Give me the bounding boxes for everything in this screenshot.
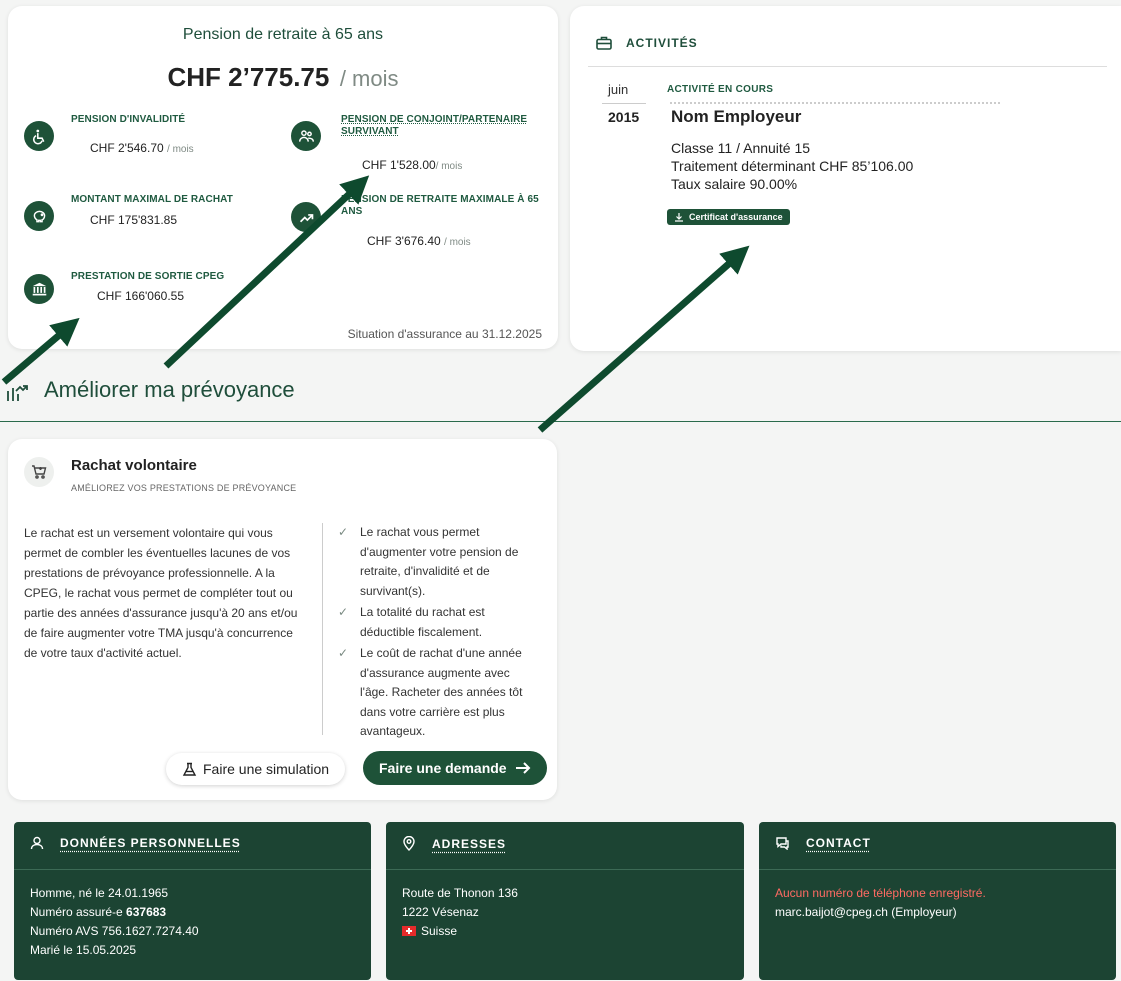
section-title: Améliorer ma prévoyance bbox=[44, 377, 295, 402]
survivor-label[interactable]: PENSION DE CONJOINT/PARTENAIRE SURVIVANT bbox=[341, 114, 541, 138]
pension-amount-unit: / mois bbox=[339, 66, 399, 91]
personal-data-card: DONNÉES PERSONNELLES Homme, né le 24.01.… bbox=[14, 822, 371, 980]
activity-year: 2015 bbox=[608, 109, 640, 125]
personal-data-title: DONNÉES PERSONNELLES bbox=[60, 836, 241, 850]
list-item: ✓ La totalité du rachat est déductible fi… bbox=[338, 605, 485, 639]
invalidity-label: PENSION D'INVALIDITÉ bbox=[71, 114, 186, 125]
swiss-flag-icon bbox=[402, 926, 416, 936]
check-icon: ✓ bbox=[338, 605, 349, 619]
activity-details: Classe 11 / Annuité 15 Traitement déterm… bbox=[671, 139, 913, 193]
rachat-benefits: ✓ Le rachat vous permet d'augmenter votre… bbox=[338, 523, 538, 744]
wheelchair-icon bbox=[24, 121, 54, 151]
briefcase-icon bbox=[596, 36, 612, 50]
flask-icon bbox=[182, 762, 197, 776]
certificate-button-label: Certificat d'assurance bbox=[689, 212, 783, 222]
arrow-right-icon bbox=[515, 762, 531, 774]
max-retirement-label: PENSION DE RETRAITE MAXIMALE À 65 ANS bbox=[341, 194, 539, 217]
rachat-separator bbox=[322, 523, 323, 735]
list-item: ✓ Le rachat vous permet d'augmenter votre… bbox=[338, 525, 519, 598]
address-country: Suisse bbox=[402, 922, 518, 941]
address-street: Route de Thonon 136 bbox=[402, 886, 518, 900]
chat-icon bbox=[776, 837, 789, 850]
max-buyback-value: CHF 175'831.85 bbox=[90, 213, 178, 227]
address-divider bbox=[386, 869, 744, 870]
address-header[interactable]: ADRESSES bbox=[402, 836, 506, 851]
activity-dotted-line bbox=[670, 102, 1000, 104]
activity-salary: Traitement déterminant CHF 85’106.00 bbox=[671, 158, 914, 174]
personal-birth: Homme, né le 24.01.1965 bbox=[30, 886, 169, 900]
certificate-button[interactable]: Certificat d'assurance bbox=[667, 209, 790, 225]
check-icon: ✓ bbox=[338, 646, 349, 660]
rachat-card: Rachat volontaire AMÉLIOREZ VOS PRESTATI… bbox=[8, 439, 557, 800]
max-retirement-value: CHF 3'676.40 / mois bbox=[367, 234, 471, 248]
activity-month: juin bbox=[608, 82, 629, 97]
location-icon bbox=[403, 836, 415, 851]
activity-status: ACTIVITÉ EN COURS bbox=[667, 84, 774, 95]
situation-date: Situation d'assurance au 31.12.2025 bbox=[347, 327, 542, 341]
couple-icon bbox=[291, 121, 321, 151]
address-body: Route de Thonon 136 1222 Vésenaz Suisse bbox=[402, 884, 518, 941]
list-item: ✓ Le coût de rachat d'une année d'assuran… bbox=[338, 646, 523, 738]
pension-title: Pension de retraite à 65 ans bbox=[182, 26, 384, 43]
growth-icon bbox=[7, 385, 28, 401]
personal-married: Marié le 15.05.2025 bbox=[30, 943, 137, 957]
activities-divider bbox=[588, 66, 1107, 67]
contact-title: CONTACT bbox=[806, 836, 871, 850]
activity-employer: Nom Employeur bbox=[671, 107, 802, 126]
address-city: 1222 Vésenaz bbox=[402, 905, 479, 919]
address-card: ADRESSES Route de Thonon 136 1222 Vésena… bbox=[386, 822, 744, 980]
check-icon: ✓ bbox=[338, 525, 349, 539]
section-divider bbox=[0, 421, 1121, 422]
exit-benefit-label: PRESTATION DE SORTIE CPEG bbox=[71, 271, 225, 282]
simulate-button-label: Faire une simulation bbox=[203, 761, 330, 777]
request-button[interactable]: Faire une demande bbox=[363, 751, 547, 785]
activity-date-divider bbox=[602, 103, 646, 104]
personal-data-body: Homme, né le 24.01.1965 Numéro assuré-e … bbox=[30, 884, 199, 960]
survivor-value: CHF 1'528.00/ mois bbox=[362, 158, 463, 172]
activity-rate: Taux salaire 90.00% bbox=[671, 176, 798, 192]
contact-card: CONTACT Aucun numéro de téléphone enregi… bbox=[759, 822, 1116, 980]
exit-benefit-value: CHF 166'060.55 bbox=[97, 289, 185, 303]
contact-header[interactable]: CONTACT bbox=[775, 836, 871, 850]
activities-header: ACTIVITÉS bbox=[596, 36, 698, 50]
user-icon bbox=[30, 836, 44, 850]
request-button-label: Faire une demande bbox=[379, 760, 507, 776]
pension-card: Pension de retraite à 65 ans CHF 2’775.7… bbox=[8, 6, 558, 349]
rachat-subtitle: AMÉLIOREZ VOS PRESTATIONS DE PRÉVOYANCE bbox=[71, 483, 297, 493]
activities-header-label: ACTIVITÉS bbox=[626, 36, 698, 50]
activity-class: Classe 11 / Annuité 15 bbox=[671, 140, 811, 156]
personal-insured: Numéro assuré-e 637683 bbox=[30, 905, 167, 919]
activities-card: ACTIVITÉS juin 2015 ACTIVITÉ EN COURS No… bbox=[570, 6, 1121, 351]
invalidity-value: CHF 2'546.70 / mois bbox=[90, 141, 194, 155]
rachat-title: Rachat volontaire bbox=[71, 457, 197, 474]
contact-divider bbox=[759, 869, 1116, 870]
rachat-description: Le rachat est un versement volontaire qu… bbox=[24, 526, 298, 660]
pension-amount: CHF 2’775.75 / mois bbox=[8, 62, 558, 93]
personal-data-divider bbox=[14, 869, 371, 870]
download-icon bbox=[675, 213, 683, 222]
personal-data-header[interactable]: DONNÉES PERSONNELLES bbox=[30, 836, 241, 850]
simulate-button[interactable]: Faire une simulation bbox=[166, 753, 346, 785]
cart-icon bbox=[24, 457, 54, 487]
max-buyback-label: MONTANT MAXIMAL DE RACHAT bbox=[71, 194, 233, 205]
personal-avs: Numéro AVS 756.1627.7274.40 bbox=[30, 924, 199, 938]
bank-icon bbox=[24, 274, 54, 304]
contact-no-phone: Aucun numéro de téléphone enregistré. bbox=[775, 886, 986, 900]
contact-body: Aucun numéro de téléphone enregistré. ma… bbox=[775, 884, 986, 922]
contact-email[interactable]: marc.baijot@cpeg.ch (Employeur) bbox=[775, 903, 986, 922]
piggy-bank-icon bbox=[24, 201, 54, 231]
address-title: ADRESSES bbox=[432, 836, 507, 851]
pension-amount-value: CHF 2’775.75 bbox=[167, 62, 330, 92]
trend-up-icon bbox=[291, 202, 321, 232]
